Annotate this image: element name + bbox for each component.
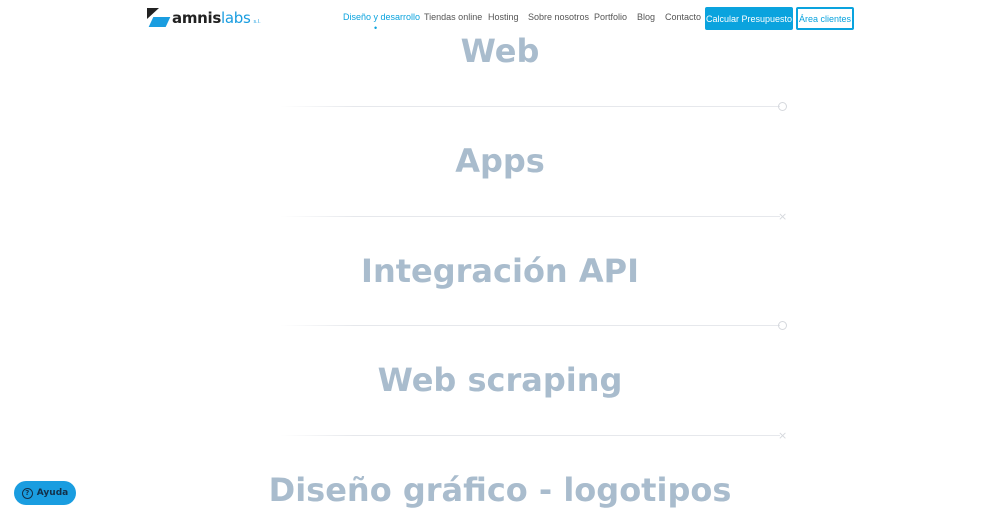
calcular-presupuesto-button[interactable]: Calcular Presupuesto xyxy=(705,7,793,30)
question-icon: ? xyxy=(21,487,33,499)
divider xyxy=(280,435,780,436)
nav-hosting[interactable]: Hosting xyxy=(488,12,519,22)
section-heading-api: Integración API xyxy=(361,252,639,290)
nav-tiendas-online[interactable]: Tiendas online xyxy=(424,12,482,22)
cross-icon: × xyxy=(778,210,788,223)
section-heading-apps: Apps xyxy=(455,142,545,180)
nav-diseno-desarrollo[interactable]: Diseño y desarrollo • xyxy=(343,12,421,33)
help-label: Ayuda xyxy=(36,488,69,498)
divider xyxy=(280,325,780,326)
help-button[interactable]: ? Ayuda xyxy=(14,481,76,505)
circle-icon xyxy=(778,102,787,111)
droplet-icon: • xyxy=(374,23,378,33)
nav-portfolio[interactable]: Portfolio xyxy=(594,12,627,22)
nav-blog[interactable]: Blog xyxy=(637,12,655,22)
nav-contacto[interactable]: Contacto xyxy=(665,12,701,22)
divider xyxy=(280,106,780,107)
nav-sobre-nosotros[interactable]: Sobre nosotros xyxy=(528,12,589,22)
circle-icon xyxy=(778,321,787,330)
section-heading-web: Web xyxy=(460,32,540,70)
header: amnis labs s.l. Diseño y desarrollo • Tie… xyxy=(0,0,1000,36)
divider xyxy=(280,216,780,217)
section-heading-diseno-grafico: Diseño gráfico - logotipos xyxy=(268,471,732,509)
cross-icon: × xyxy=(778,429,788,442)
section-heading-scraping: Web scraping xyxy=(377,361,623,399)
area-clientes-button[interactable]: Área clientes xyxy=(796,7,854,30)
nav-label: Diseño y desarrollo xyxy=(343,12,421,22)
